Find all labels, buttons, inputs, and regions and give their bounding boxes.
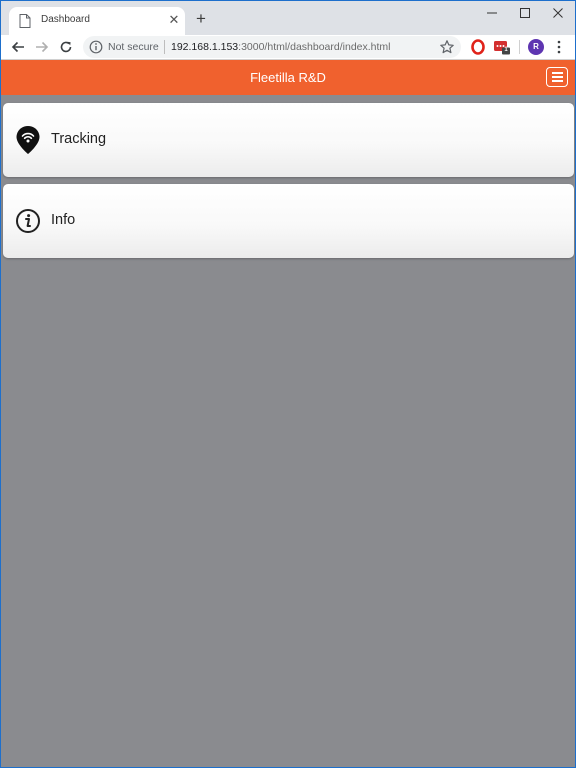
maximize-icon [520,8,530,18]
menu-line-icon [551,72,563,74]
toolbar-divider [519,40,520,54]
tab-dashboard[interactable]: Dashboard ✕ [9,7,185,35]
address-bar[interactable]: Not secure 192.168.1.153:3000/html/dashb… [83,36,461,58]
info-card[interactable]: Info [3,184,574,258]
tracking-label: Tracking [51,131,107,147]
close-icon [553,8,563,18]
url-text[interactable]: 192.168.1.153:3000/html/dashboard/index.… [171,41,391,53]
tab-title: Dashboard [41,14,90,25]
url-path: :3000/html/dashboard/index.html [238,41,391,53]
info-label: Info [51,212,76,228]
opera-extension-icon[interactable] [470,39,486,55]
app-header: Fleetilla R&D [1,60,575,95]
arrow-left-icon [11,41,24,53]
bookmark-star-icon[interactable] [439,39,455,55]
menu-line-icon [551,76,563,78]
back-button[interactable] [9,38,27,56]
extension-button[interactable]: 1 [494,39,510,55]
page-icon [19,14,31,28]
close-window-button[interactable] [541,1,575,25]
reload-button[interactable] [57,38,75,56]
browser-toolbar: Not secure 192.168.1.153:3000/html/dashb… [1,35,575,60]
forward-button[interactable] [33,38,51,56]
reload-icon [60,41,72,53]
maximize-button[interactable] [508,1,542,25]
profile-avatar[interactable]: R [528,39,544,55]
info-circle-icon [16,209,40,233]
minimize-icon [487,12,497,14]
address-divider [164,40,165,54]
tab-strip: Dashboard ✕ + [1,1,575,35]
browser-window: Dashboard ✕ + Not secure 192.168.1.153:3… [0,0,576,768]
app-title: Fleetilla R&D [250,70,326,85]
minimize-button[interactable] [475,1,509,25]
map-pin-wifi-icon [16,126,40,154]
new-tab-button[interactable]: + [193,10,209,28]
close-tab-icon[interactable]: ✕ [167,13,181,27]
tracking-card[interactable]: Tracking [3,103,574,177]
menu-line-icon [551,80,563,82]
url-host: 192.168.1.153 [171,41,239,53]
security-label[interactable]: Not secure [108,41,159,53]
info-icon[interactable] [89,40,103,54]
arrow-right-icon [36,41,49,53]
hamburger-menu-button[interactable] [546,67,568,87]
extension-badge: 1 [504,47,508,53]
more-vertical-icon[interactable] [552,39,566,55]
